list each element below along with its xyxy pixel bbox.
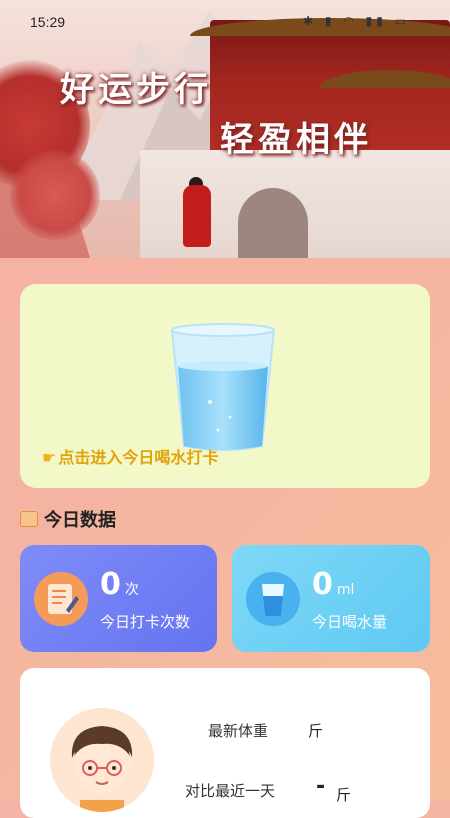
hero-banner: 15:29 ✱ ▮ ◠ ▮▮ ▭ 好运步行 轻盈相伴 — [0, 0, 450, 258]
water-amount-card[interactable]: 0 ml 今日喝水量 — [232, 545, 430, 652]
checklist-icon — [34, 572, 88, 626]
checkin-count-value: 0次 — [100, 567, 139, 602]
bridge-arch — [238, 188, 308, 258]
slogan-line1: 好运步行 — [60, 70, 212, 110]
checkin-count-card[interactable]: 0次 今日打卡次数 — [20, 545, 217, 652]
water-checkin-text: 点击进入今日喝水打卡 — [58, 448, 219, 467]
slogan-line2: 轻盈相伴 — [220, 120, 372, 160]
status-icons: ✱ ▮ ◠ ▮▮ ▭ — [303, 14, 410, 28]
avatar — [50, 708, 154, 812]
compare-value: - — [316, 774, 326, 799]
water-amount-label: 今日喝水量 — [312, 613, 388, 631]
pointing-hand-icon: ☛ — [42, 448, 57, 467]
water-glass-icon — [170, 323, 276, 451]
latest-weight-unit: 斤 — [308, 722, 324, 740]
water-amount-unit: ml — [336, 582, 355, 598]
water-amount-value: 0 ml — [312, 567, 355, 602]
water-checkin-link[interactable]: ☛ 点击进入今日喝水打卡 — [42, 444, 218, 468]
tree-left-2 — [10, 150, 100, 240]
compare-unit: 斤 — [336, 786, 352, 804]
section-title-text: 今日数据 — [44, 510, 116, 531]
water-checkin-card[interactable]: ☛ 点击进入今日喝水打卡 — [20, 284, 430, 488]
weight-card[interactable]: 最新体重 斤 对比最近一天 - 斤 — [20, 668, 430, 818]
status-time: 15:29 — [30, 14, 66, 30]
water-cup-icon — [246, 572, 300, 626]
checkin-count-label: 今日打卡次数 — [100, 613, 191, 631]
latest-weight-label: 最新体重 — [208, 722, 269, 740]
compare-label: 对比最近一天 — [185, 782, 276, 800]
figure-in-red — [183, 185, 211, 247]
section-title-today: 今日数据 — [20, 506, 116, 532]
checkin-count-unit: 次 — [124, 582, 139, 598]
notepad-icon — [20, 511, 38, 527]
